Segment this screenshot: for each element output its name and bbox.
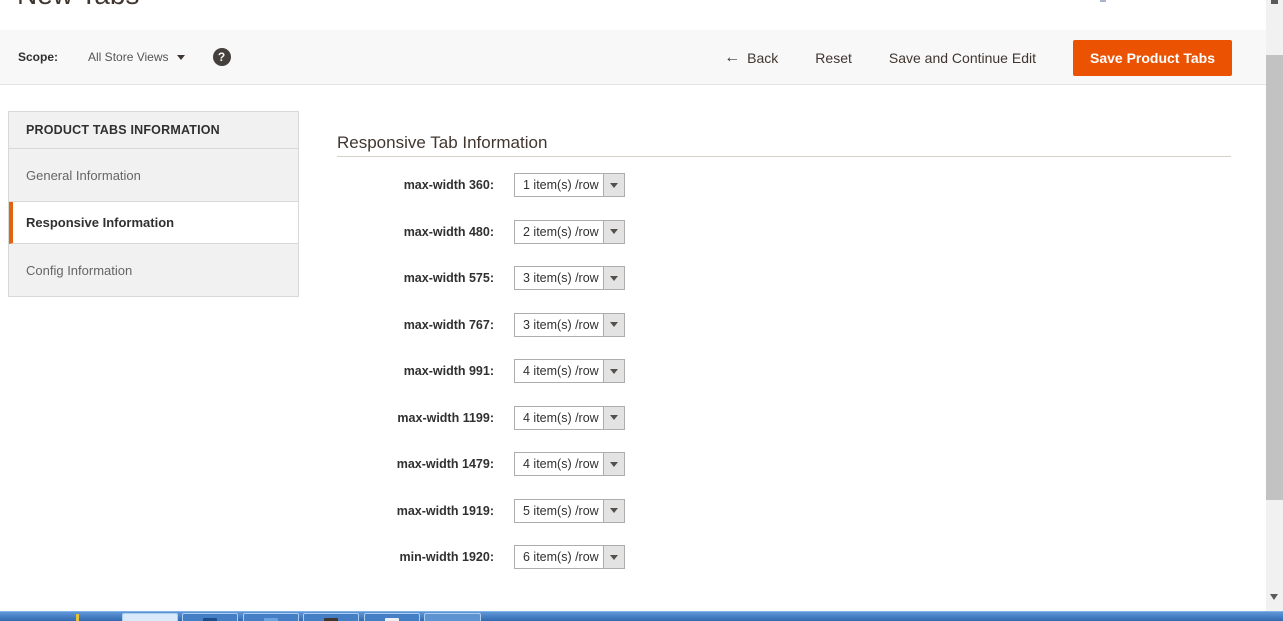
sidebar-tab-item[interactable]: General Information <box>9 149 298 202</box>
sidebar-tab-label: General Information <box>26 168 141 183</box>
scroll-down-arrow-icon[interactable] <box>1270 594 1278 600</box>
field-label: max-width 1919: <box>337 504 494 518</box>
form-field-row: max-width 767: 3 item(s) /row <box>337 313 625 337</box>
save-product-tabs-button[interactable]: Save Product Tabs <box>1073 40 1232 76</box>
items-per-row-select[interactable]: 3 item(s) /row <box>514 266 625 290</box>
field-label: max-width 575: <box>337 271 494 285</box>
field-label: max-width 1199: <box>337 411 494 425</box>
taskbar-window-button[interactable] <box>424 613 481 621</box>
field-label: max-width 1479: <box>337 457 494 471</box>
field-label: min-width 1920: <box>337 550 494 564</box>
scope-switcher: Scope: All Store Views ? <box>18 48 231 66</box>
taskbar-window-button[interactable] <box>182 613 238 621</box>
scope-value[interactable]: All Store Views <box>88 50 168 64</box>
field-label: max-width 360: <box>337 178 494 192</box>
form-field-row: max-width 1199: 4 item(s) /row <box>337 406 625 430</box>
chevron-down-icon[interactable] <box>603 267 624 289</box>
form-field-row: max-width 1479: 4 item(s) /row <box>337 452 625 476</box>
back-arrow-icon: ← <box>724 51 740 65</box>
chevron-down-icon[interactable] <box>603 453 624 475</box>
select-value: 2 item(s) /row <box>515 221 603 243</box>
chevron-down-icon[interactable] <box>603 407 624 429</box>
select-value: 3 item(s) /row <box>515 314 603 336</box>
taskbar-window-button[interactable] <box>303 613 359 621</box>
chevron-down-icon[interactable] <box>603 500 624 522</box>
chevron-down-icon[interactable] <box>603 174 624 196</box>
chevron-down-icon[interactable] <box>603 546 624 568</box>
form-field-row: max-width 575: 3 item(s) /row <box>337 266 625 290</box>
select-value: 3 item(s) /row <box>515 267 603 289</box>
form-field-row: min-width 1920: 6 item(s) /row <box>337 545 625 569</box>
items-per-row-select[interactable]: 4 item(s) /row <box>514 359 625 383</box>
responsive-fields: max-width 360: 1 item(s) /row max-width … <box>337 173 625 592</box>
os-taskbar[interactable] <box>0 611 1283 621</box>
items-per-row-select[interactable]: 4 item(s) /row <box>514 452 625 476</box>
back-button[interactable]: ← Back <box>724 50 778 66</box>
items-per-row-select[interactable]: 1 item(s) /row <box>514 173 625 197</box>
field-label: max-width 991: <box>337 364 494 378</box>
product-tabs-sidebar: PRODUCT TABS INFORMATION General Informa… <box>8 111 299 297</box>
field-label: max-width 767: <box>337 318 494 332</box>
select-value: 4 item(s) /row <box>515 360 603 382</box>
scope-label: Scope: <box>18 50 58 64</box>
scope-toolbar: Scope: All Store Views ? ← Back Reset Sa… <box>0 30 1266 85</box>
save-and-continue-button[interactable]: Save and Continue Edit <box>889 50 1036 66</box>
select-value: 5 item(s) /row <box>515 500 603 522</box>
page-title: New Tabs <box>17 0 139 9</box>
chevron-down-icon[interactable] <box>603 360 624 382</box>
vertical-scrollbar[interactable] <box>1266 0 1283 611</box>
help-icon[interactable]: ? <box>213 48 231 66</box>
field-label: max-width 480: <box>337 225 494 239</box>
chevron-down-icon[interactable] <box>603 221 624 243</box>
section-heading: Responsive Tab Information <box>337 133 547 153</box>
select-value: 1 item(s) /row <box>515 174 603 196</box>
reset-button[interactable]: Reset <box>815 50 852 66</box>
select-value: 4 item(s) /row <box>515 407 603 429</box>
sidebar-header: PRODUCT TABS INFORMATION <box>9 112 298 149</box>
items-per-row-select[interactable]: 3 item(s) /row <box>514 313 625 337</box>
header-artifact <box>1100 0 1106 2</box>
items-per-row-select[interactable]: 5 item(s) /row <box>514 499 625 523</box>
taskbar-window-button[interactable] <box>122 613 178 621</box>
chevron-down-icon[interactable] <box>603 314 624 336</box>
form-field-row: max-width 991: 4 item(s) /row <box>337 359 625 383</box>
items-per-row-select[interactable]: 2 item(s) /row <box>514 220 625 244</box>
sidebar-tab-label: Responsive Information <box>26 215 174 230</box>
form-field-row: max-width 360: 1 item(s) /row <box>337 173 625 197</box>
taskbar-window-button[interactable] <box>364 613 420 621</box>
section-divider <box>337 156 1231 157</box>
select-value: 6 item(s) /row <box>515 546 603 568</box>
sidebar-tab-label: Config Information <box>26 263 132 278</box>
quick-launch-icon[interactable] <box>76 614 79 621</box>
sidebar-tab-item[interactable]: Responsive Information <box>9 202 298 244</box>
scrollbar-thumb[interactable] <box>1266 55 1283 500</box>
taskbar-window-button[interactable] <box>243 613 299 621</box>
back-label: Back <box>747 50 778 66</box>
page-actions: ← Back Reset Save and Continue Edit Save… <box>724 30 1232 85</box>
select-value: 4 item(s) /row <box>515 453 603 475</box>
items-per-row-select[interactable]: 4 item(s) /row <box>514 406 625 430</box>
form-field-row: max-width 1919: 5 item(s) /row <box>337 499 625 523</box>
items-per-row-select[interactable]: 6 item(s) /row <box>514 545 625 569</box>
form-field-row: max-width 480: 2 item(s) /row <box>337 220 625 244</box>
sidebar-tab-item[interactable]: Config Information <box>9 244 298 296</box>
scroll-up-arrow-icon[interactable] <box>1271 0 1278 4</box>
chevron-down-icon[interactable] <box>177 55 185 60</box>
